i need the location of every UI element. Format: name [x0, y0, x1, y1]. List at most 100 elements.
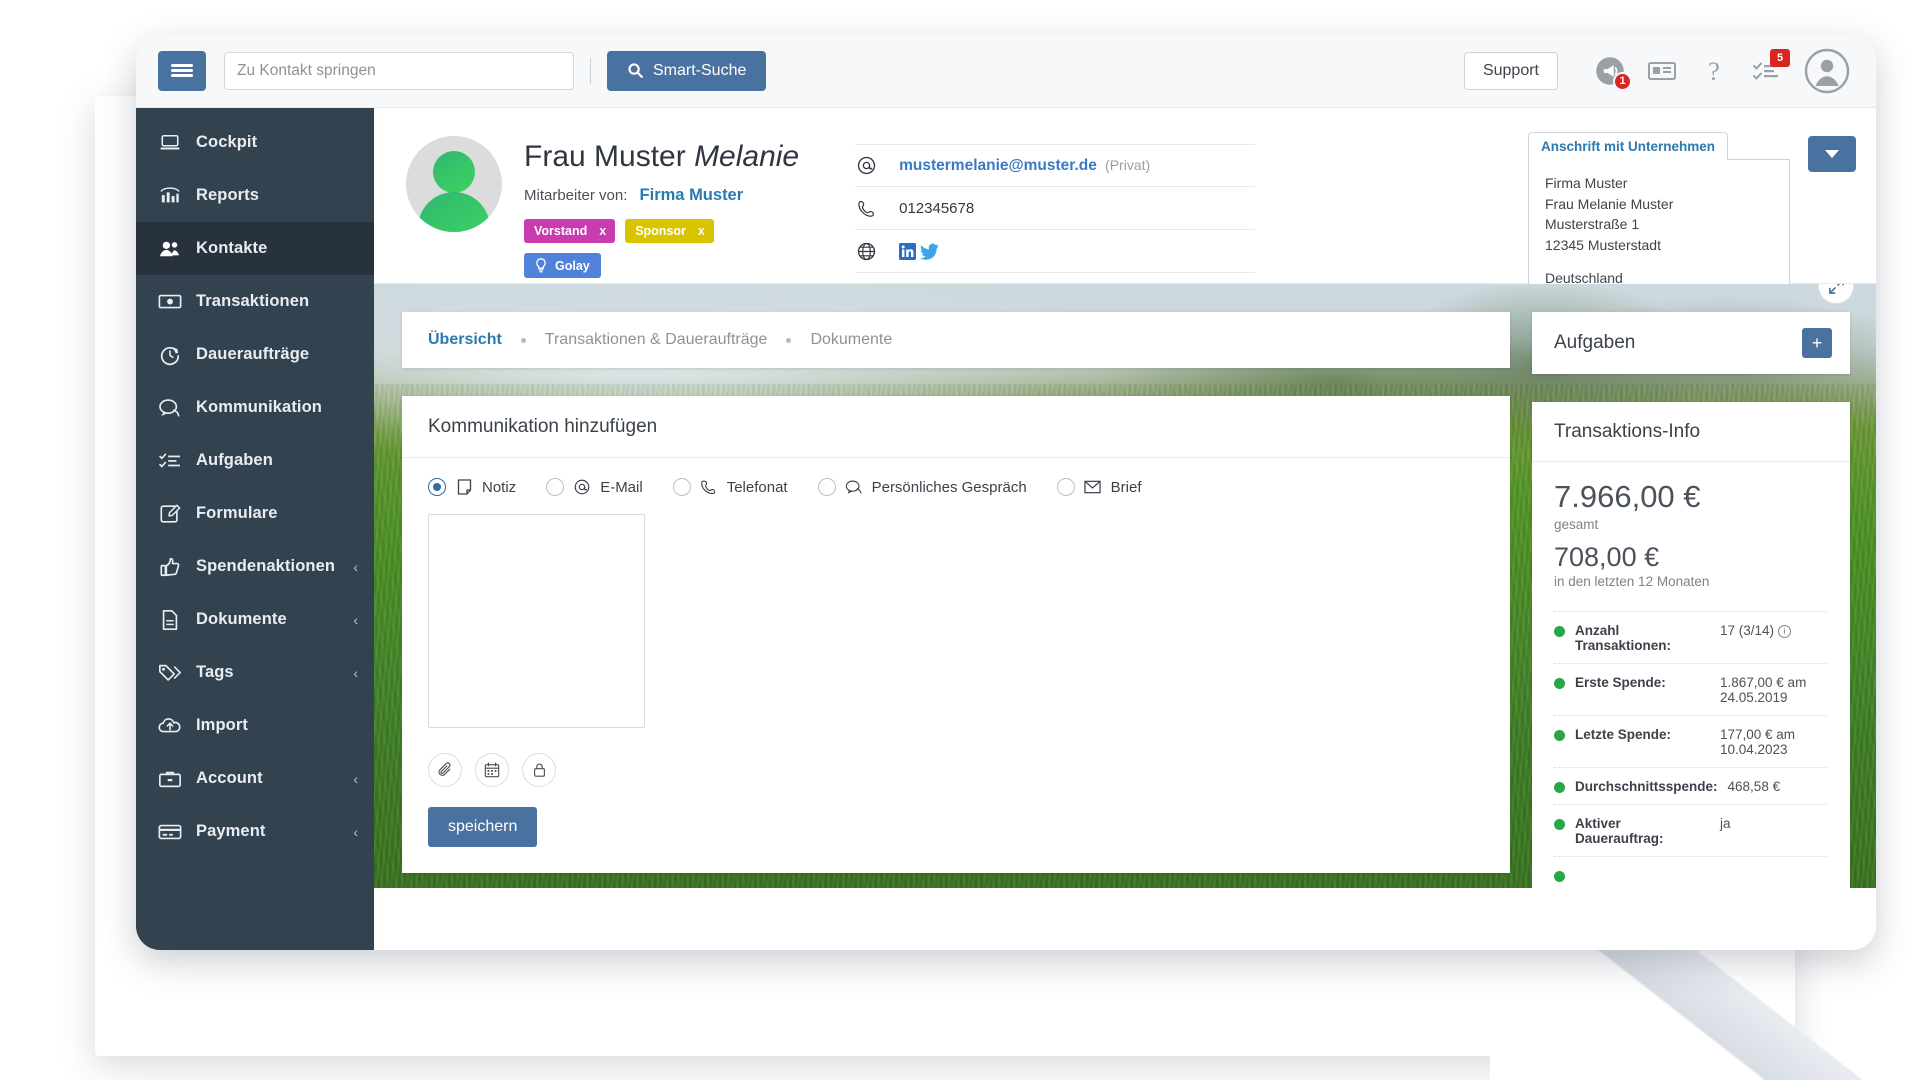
- tag-label: Vorstand: [534, 224, 587, 238]
- contact-social-links: [899, 243, 939, 260]
- tasks-checklist-icon[interactable]: 5: [1744, 49, 1788, 93]
- communication-form-card: Kommunikation hinzufügen Notiz: [402, 396, 1510, 873]
- radio-label: Brief: [1111, 479, 1142, 496]
- sidebar-item-cockpit[interactable]: Cockpit: [136, 116, 374, 169]
- info-icon[interactable]: i: [1778, 625, 1791, 638]
- radio-option-notiz[interactable]: Notiz: [428, 478, 516, 496]
- app-body: Cockpit Reports Kontakte: [136, 108, 1876, 950]
- sidebar-label: Payment: [196, 822, 339, 841]
- radio-indicator[interactable]: [546, 478, 564, 496]
- smart-search-button[interactable]: Smart-Suche: [607, 51, 766, 91]
- sidebar-label: Daueraufträge: [196, 345, 344, 364]
- address-dropdown-button[interactable]: [1808, 136, 1856, 172]
- tag-label: Sponsor: [635, 224, 686, 238]
- radio-indicator[interactable]: [1057, 478, 1075, 496]
- bar-chart-icon: [158, 184, 182, 208]
- support-button[interactable]: Support: [1464, 52, 1558, 90]
- linkedin-icon[interactable]: [899, 243, 916, 260]
- sidebar-item-reports[interactable]: Reports: [136, 169, 374, 222]
- radio-indicator[interactable]: [428, 478, 446, 496]
- radio-option-persoenliches-gespraech[interactable]: Persönliches Gespräch: [818, 478, 1027, 496]
- twitter-icon[interactable]: [920, 243, 939, 260]
- contact-email-cell: mustermelanie@muster.de (Privat): [899, 157, 1150, 175]
- tag-icon: [158, 661, 182, 685]
- user-avatar-icon[interactable]: [1804, 48, 1850, 94]
- radio-indicator[interactable]: [673, 478, 691, 496]
- sidebar-item-transaktionen[interactable]: Transaktionen: [136, 275, 374, 328]
- people-icon: [158, 237, 182, 261]
- sidebar-item-import[interactable]: Import: [136, 699, 374, 752]
- help-question-icon[interactable]: ?: [1692, 49, 1736, 93]
- recurring-clock-icon: [158, 343, 182, 367]
- stat-value: ja: [1720, 816, 1828, 831]
- stat-label: Letzte Spende:: [1575, 727, 1710, 742]
- status-dot-icon: [1554, 626, 1565, 637]
- paperclip-icon[interactable]: [428, 753, 462, 787]
- sidebar-item-dauerauftraege[interactable]: Daueraufträge: [136, 328, 374, 381]
- address-tab-label[interactable]: Anschrift mit Unternehmen: [1528, 132, 1728, 160]
- sidebar-item-tags[interactable]: Tags ‹: [136, 646, 374, 699]
- radio-option-brief[interactable]: Brief: [1057, 478, 1142, 496]
- stat-row: Letzte Spende: 177,00 € am 10.04.2023: [1554, 715, 1828, 767]
- sidebar-label: Account: [196, 769, 339, 788]
- tag-remove-icon[interactable]: x: [698, 224, 705, 238]
- content-tabs: Übersicht Transaktionen & Daueraufträge …: [402, 312, 1510, 368]
- document-icon: [158, 608, 182, 632]
- tab-separator-dot: [786, 338, 791, 343]
- sidebar-item-account[interactable]: Account ‹: [136, 752, 374, 805]
- aufgaben-card: Aufgaben +: [1532, 312, 1850, 374]
- contact-flag-row: Golay: [524, 253, 799, 278]
- radio-label: Telefonat: [727, 479, 788, 496]
- tab-transaktionen-dauerauftraege[interactable]: Transaktionen & Daueraufträge: [545, 331, 768, 349]
- contact-email-type: (Privat): [1105, 157, 1150, 173]
- sidebar-item-aufgaben[interactable]: Aufgaben: [136, 434, 374, 487]
- news-icon[interactable]: [1640, 49, 1684, 93]
- conversation-icon: [845, 479, 863, 495]
- content-left-column: Übersicht Transaktionen & Daueraufträge …: [402, 312, 1510, 888]
- sidebar-item-dokumente[interactable]: Dokumente ‹: [136, 593, 374, 646]
- recent-amount: 708,00 €: [1554, 542, 1828, 572]
- stat-label: Erste Spende:: [1575, 675, 1710, 690]
- radio-indicator[interactable]: [818, 478, 836, 496]
- user-avatar-glyph: [1804, 48, 1850, 94]
- contact-tag-sponsor[interactable]: Sponsor x: [625, 219, 714, 243]
- address-line: Firma Muster: [1545, 173, 1773, 194]
- sidebar-item-payment[interactable]: Payment ‹: [136, 805, 374, 858]
- toolbar-divider: [590, 58, 591, 84]
- sidebar-item-kontakte[interactable]: Kontakte: [136, 222, 374, 275]
- chevron-left-icon: ‹: [353, 612, 358, 628]
- note-icon: [455, 479, 473, 495]
- hamburger-icon[interactable]: [158, 51, 206, 91]
- sidebar-item-kommunikation[interactable]: Kommunikation: [136, 381, 374, 434]
- sidebar-label: Spendenaktionen: [196, 557, 339, 576]
- sidebar-item-formulare[interactable]: Formulare: [136, 487, 374, 540]
- main-content: Frau Muster Melanie Mitarbeiter von: Fir…: [374, 108, 1876, 950]
- contact-tag-golay[interactable]: Golay: [524, 253, 601, 278]
- tab-dokumente[interactable]: Dokumente: [810, 331, 892, 349]
- lock-icon[interactable]: [522, 753, 556, 787]
- contact-email-link[interactable]: mustermelanie@muster.de: [899, 157, 1097, 174]
- communication-textarea[interactable]: [428, 514, 645, 728]
- application-window: Smart-Suche Support 1: [136, 34, 1876, 950]
- calendar-icon[interactable]: [475, 753, 509, 787]
- total-amount: 7.966,00 €: [1554, 480, 1828, 515]
- tag-remove-icon[interactable]: x: [599, 224, 606, 238]
- hero-content-grid: Übersicht Transaktionen & Daueraufträge …: [374, 284, 1876, 888]
- jump-to-contact-input[interactable]: [224, 52, 574, 90]
- megaphone-icon[interactable]: 1: [1588, 49, 1632, 93]
- address-line: Musterstraße 1: [1545, 214, 1773, 235]
- page-title: Frau Muster Melanie: [524, 140, 799, 174]
- chevron-left-icon: ‹: [353, 824, 358, 840]
- total-amount-label: gesamt: [1554, 517, 1828, 532]
- recent-amount-label: in den letzten 12 Monaten: [1554, 574, 1828, 589]
- radio-option-telefonat[interactable]: Telefonat: [673, 478, 788, 496]
- save-button[interactable]: speichern: [428, 807, 537, 847]
- contact-tag-vorstand[interactable]: Vorstand x: [524, 219, 615, 243]
- sidebar-label: Reports: [196, 186, 344, 205]
- radio-option-email[interactable]: E-Mail: [546, 478, 643, 496]
- contact-name-block: Frau Muster Melanie Mitarbeiter von: Fir…: [524, 128, 799, 283]
- add-aufgabe-button[interactable]: +: [1802, 328, 1832, 358]
- sidebar-item-spendenaktionen[interactable]: Spendenaktionen ‹: [136, 540, 374, 593]
- tab-uebersicht[interactable]: Übersicht: [428, 331, 502, 349]
- relation-company-link[interactable]: Firma Muster: [640, 186, 744, 204]
